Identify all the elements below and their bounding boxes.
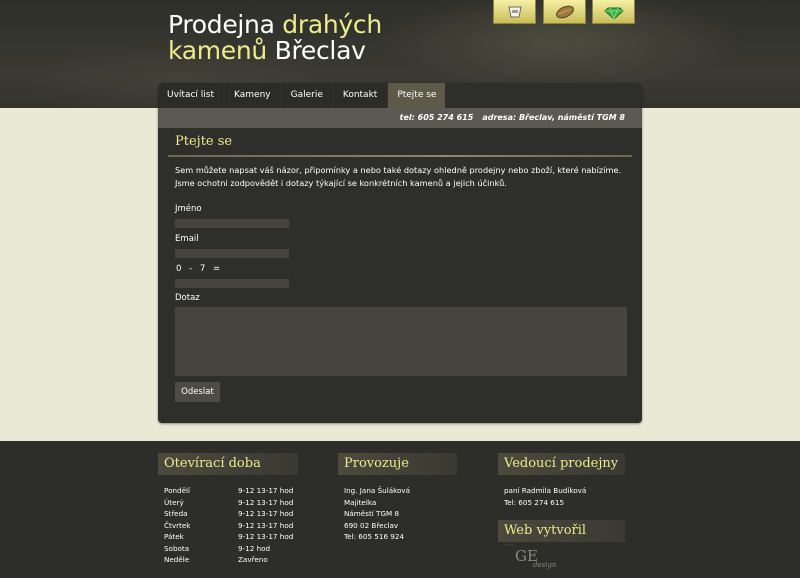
hours-row: Úterý 9-12 13-17 hod	[164, 497, 293, 509]
logo-tagline: ·····	[505, 542, 514, 547]
hours-heading: Otevírací doba	[158, 453, 298, 475]
nav-item-gallery[interactable]: Galerie	[281, 83, 332, 108]
hours-day: Pátek	[164, 532, 184, 541]
hours-row: Pátek 9-12 13-17 hod	[164, 531, 293, 543]
title-line2-accent: kamenů	[168, 36, 267, 65]
info-phone: tel: 605 274 615	[399, 113, 474, 122]
stone-icon[interactable]	[543, 0, 586, 24]
manager-heading: Vedoucí prodejny	[498, 453, 625, 475]
info-address: adresa: Břeclav, náměstí TGM 8	[482, 113, 625, 122]
logo-script: design	[533, 561, 557, 569]
operator-line: Ing. Jana Šuláková	[344, 486, 411, 495]
hours-day: Středa	[164, 509, 188, 518]
hours-time: 9-12 13-17 hod	[238, 486, 294, 495]
operator-line: Majitelka	[344, 497, 377, 507]
title-line1-plain: Prodejna	[168, 10, 283, 39]
hours-day: Pondělí	[164, 486, 191, 495]
question-textarea[interactable]	[175, 307, 627, 376]
nav-item-ask[interactable]: Ptejte se	[388, 83, 446, 108]
opening-hours: Pondělí 9-12 13-17 hod Úterý 9-12 13-17 ho…	[164, 485, 293, 566]
contact-info: tel: 605 274 615 adresa: Břeclav, náměstí…	[400, 108, 625, 128]
hours-day: Úterý	[164, 497, 184, 507]
hours-row: Pondělí 9-12 13-17 hod	[164, 485, 293, 497]
page-title: Ptejte se	[175, 134, 233, 149]
site-logo-title[interactable]: Prodejna drahých kamenů Břeclav	[168, 12, 382, 64]
manager-line: paní Radmila Budíková	[504, 486, 587, 495]
name-field[interactable]	[175, 219, 289, 228]
gem-icon[interactable]	[592, 0, 635, 24]
hours-time: 9-12 13-17 hod	[238, 509, 294, 518]
hours-time: 9-12 13-17 hod	[238, 520, 294, 530]
title-line2-plain: Břeclav	[266, 36, 366, 65]
hours-row: Středa 9-12 13-17 hod	[164, 508, 293, 520]
name-label: Jméno	[175, 204, 202, 214]
submit-button[interactable]: Odeslat	[175, 382, 220, 402]
question-label: Dotaz	[175, 293, 200, 303]
intro-text: Sem můžete napsat váš názor, připomínky …	[175, 165, 622, 188]
hours-time: Zavřeno	[238, 555, 268, 564]
hours-time: 9-12 13-17 hod	[238, 497, 294, 507]
operator-line: Náměstí TGM 8	[344, 509, 400, 518]
hours-row: Sobota 9-12 hod	[164, 543, 293, 555]
info-bar: tel: 605 274 615 adresa: Břeclav, náměstí…	[158, 108, 642, 128]
hours-time: 9-12 hod	[238, 543, 271, 553]
title-line1-accent: drahých	[282, 10, 382, 39]
operator-line: 690 02 Břeclav	[344, 520, 399, 530]
operator-heading: Provozuje	[338, 453, 457, 475]
operator-line: Tel: 605 516 924	[344, 532, 405, 541]
cup-icon[interactable]	[493, 0, 536, 24]
email-label: Email	[175, 234, 199, 244]
nav-item-stones[interactable]: Kameny	[225, 83, 280, 108]
ge-design-logo[interactable]: ····· GE design	[505, 540, 565, 576]
hours-row: Čtvrtek 9-12 13-17 hod	[164, 520, 293, 532]
creator-heading: Web vytvořil	[498, 520, 625, 542]
hours-row: Neděle Zavřeno	[164, 554, 293, 566]
captcha-question: 0 - 7 =	[176, 264, 221, 274]
hours-time: 9-12 13-17 hod	[238, 532, 294, 541]
hours-day: Sobota	[164, 543, 190, 553]
title-divider	[168, 155, 632, 157]
email-field[interactable]	[175, 249, 289, 258]
footer: Otevírací doba Pondělí 9-12 13-17 hod Úte…	[0, 441, 800, 578]
captcha-field[interactable]	[175, 279, 289, 288]
nav-item-contact[interactable]: Kontakt	[333, 83, 387, 108]
manager-line: Tel: 605 274 615	[504, 497, 565, 507]
hours-day: Čtvrtek	[164, 520, 191, 530]
hours-day: Neděle	[164, 555, 190, 564]
main-nav: Uvítací list Kameny Galerie Kontakt Ptej…	[158, 83, 447, 108]
manager-info: paní Radmila Budíková Tel: 605 274 615	[504, 485, 586, 508]
nav-item-welcome[interactable]: Uvítací list	[158, 83, 223, 108]
operator-info: Ing. Jana Šuláková Majitelka Náměstí TGM…	[344, 485, 410, 543]
main-panel: Uvítací list Kameny Galerie Kontakt Ptej…	[158, 83, 642, 423]
